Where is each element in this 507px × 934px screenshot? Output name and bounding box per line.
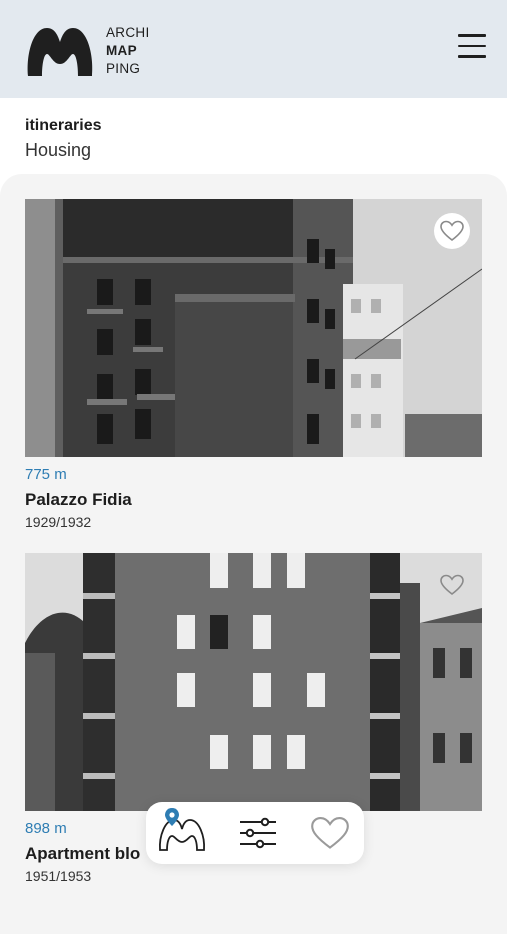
building-photo[interactable] [25,199,482,457]
map-logo-pin-icon [159,808,205,851]
hamburger-menu-icon[interactable] [458,34,486,58]
building-card[interactable]: 775 m Palazzo Fidia 1929/1932 [25,199,482,531]
building-years: 1951/1953 [25,868,92,884]
nav-map-button[interactable] [156,806,208,859]
logo-wordmark: ARCHI MAP PING [106,24,150,78]
logo-line-2: MAP [106,43,137,58]
nav-filter-button[interactable] [238,816,278,855]
building-photo[interactable] [25,553,482,811]
heart-outline-icon [440,574,464,596]
filter-sliders-icon [240,817,276,849]
app-header: ARCHI MAP PING [0,0,507,98]
archimapping-logo-icon[interactable] [25,24,95,76]
nav-favorites-button[interactable] [310,816,350,855]
building-title[interactable]: Palazzo Fidia [25,489,482,510]
heart-outline-icon [311,817,349,849]
distance-label: 775 m [25,466,67,483]
heart-outline-icon [440,220,464,242]
itinerary-context: itineraries Housing [25,116,101,162]
building-years: 1929/1932 [25,514,92,530]
favorite-button[interactable] [434,567,470,603]
logo-line-3: PING [106,61,141,76]
favorite-button[interactable] [434,213,470,249]
context-value: Housing [25,140,92,160]
logo-line-1: ARCHI [106,25,150,40]
bottom-navigation [146,802,364,864]
context-label: itineraries [25,117,102,134]
